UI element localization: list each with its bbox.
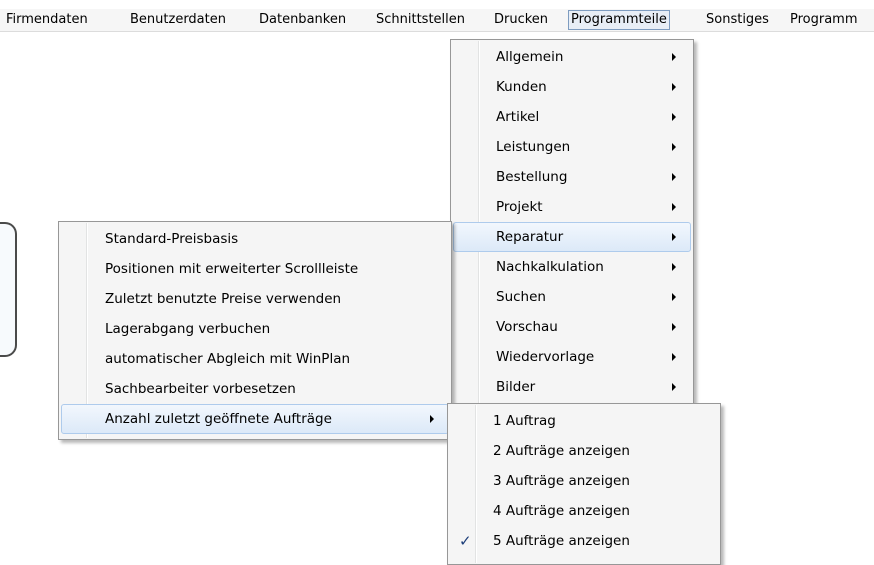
submenu-arrow-icon [430, 415, 434, 423]
menu-item-abgleich-winplan[interactable]: automatischer Abgleich mit WinPlan [61, 344, 449, 374]
menu-item-bilder[interactable]: Bilder [453, 372, 691, 402]
submenu-arrow-icon [672, 53, 676, 61]
menu-firmendaten[interactable]: Firmendaten [6, 9, 88, 31]
menu-item-reparatur[interactable]: Reparatur [453, 222, 691, 252]
menu-item-vorschau[interactable]: Vorschau [453, 312, 691, 342]
menu-benutzerdaten[interactable]: Benutzerdaten [130, 9, 226, 31]
menu-item-4-auftraege[interactable]: 4 Aufträge anzeigen [450, 496, 718, 526]
reparatur-submenu: Standard-Preisbasis Positionen mit erwei… [58, 221, 452, 440]
submenu-arrow-icon [672, 113, 676, 121]
programmteile-dropdown: Allgemein Kunden Artikel Leistungen Best… [450, 39, 694, 409]
menu-item-wiedervorlage[interactable]: Wiedervorlage [453, 342, 691, 372]
menu-item-bestellung[interactable]: Bestellung [453, 162, 691, 192]
submenu-arrow-icon [672, 143, 676, 151]
checkmark-icon: ✓ [459, 532, 472, 550]
menu-item-nachkalkulation[interactable]: Nachkalkulation [453, 252, 691, 282]
menu-item-leistungen[interactable]: Leistungen [453, 132, 691, 162]
menu-item-3-auftraege[interactable]: 3 Aufträge anzeigen [450, 466, 718, 496]
background-panel-edge [0, 222, 17, 357]
menu-item-sachbearbeiter[interactable]: Sachbearbeiter vorbesetzen [61, 374, 449, 404]
menu-item-suchen[interactable]: Suchen [453, 282, 691, 312]
menu-schnittstellen[interactable]: Schnittstellen [376, 9, 465, 31]
menu-item-lagerabgang[interactable]: Lagerabgang verbuchen [61, 314, 449, 344]
menu-item-zuletzt-preise[interactable]: Zuletzt benutzte Preise verwenden [61, 284, 449, 314]
auftraege-submenu: 1 Auftrag 2 Aufträge anzeigen 3 Aufträge… [447, 403, 721, 565]
submenu-arrow-icon [672, 353, 676, 361]
submenu-arrow-icon [672, 293, 676, 301]
menu-item-anzahl-auftraege[interactable]: Anzahl zuletzt geöffnete Aufträge [61, 404, 449, 434]
menu-item-positionen-scrollleiste[interactable]: Positionen mit erweiterter Scrollleiste [61, 254, 449, 284]
menu-sonstiges[interactable]: Sonstiges [706, 9, 769, 31]
menu-item-kunden[interactable]: Kunden [453, 72, 691, 102]
submenu-arrow-icon [672, 323, 676, 331]
submenu-arrow-icon [672, 383, 676, 391]
menu-item-allgemein[interactable]: Allgemein [453, 42, 691, 72]
menu-item-standard-preisbasis[interactable]: Standard-Preisbasis [61, 224, 449, 254]
menu-programm[interactable]: Programm [790, 9, 858, 31]
menu-programmteile[interactable]: Programmteile [568, 10, 670, 30]
menu-item-artikel[interactable]: Artikel [453, 102, 691, 132]
menu-item-2-auftraege[interactable]: 2 Aufträge anzeigen [450, 436, 718, 466]
submenu-arrow-icon [672, 173, 676, 181]
submenu-arrow-icon [672, 203, 676, 211]
menu-bar: Firmendaten Benutzerdaten Datenbanken Sc… [0, 9, 874, 32]
menu-datenbanken[interactable]: Datenbanken [259, 9, 346, 31]
submenu-arrow-icon [672, 233, 676, 241]
submenu-arrow-icon [672, 83, 676, 91]
window-top-strip [0, 0, 874, 9]
menu-item-5-auftraege[interactable]: ✓ 5 Aufträge anzeigen [450, 526, 718, 556]
menu-drucken[interactable]: Drucken [494, 9, 548, 31]
menu-item-projekt[interactable]: Projekt [453, 192, 691, 222]
menu-item-1-auftrag[interactable]: 1 Auftrag [450, 406, 718, 436]
submenu-arrow-icon [672, 263, 676, 271]
